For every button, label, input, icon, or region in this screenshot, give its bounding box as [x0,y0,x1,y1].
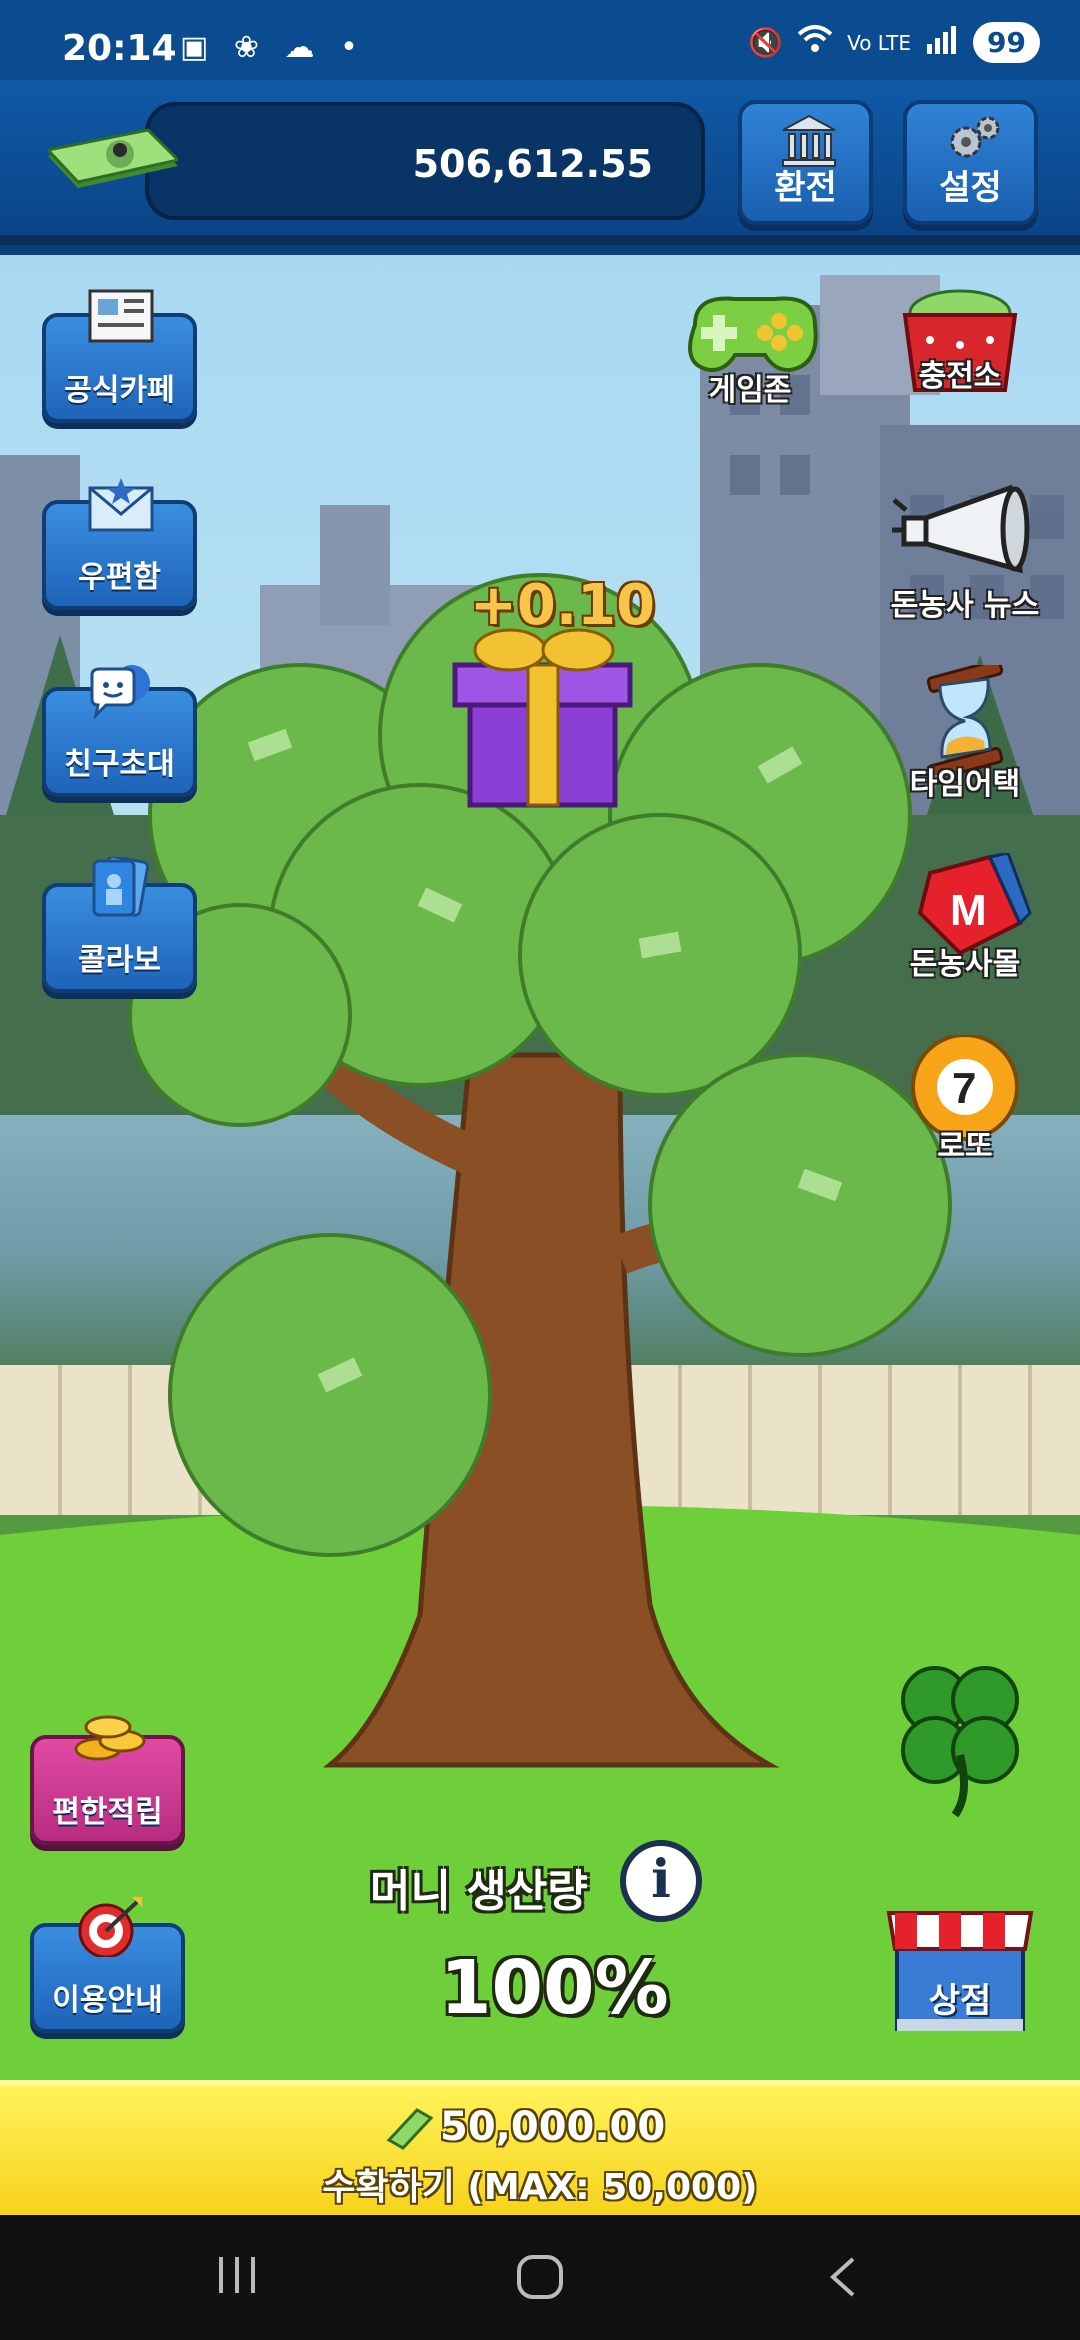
charging-station-button[interactable]: 충전소 [875,285,1045,395]
easy-earn-button[interactable]: 편한적립 [30,1715,185,1845]
money-tree-scene: 공식카페 우편함 친구초대 콜라보 게임존 충전소 돈농사 뉴스 타임어택 M … [0,255,1080,2080]
harvest-button[interactable]: 50,000.00 수확하기 (MAX: 50,000) [0,2080,1080,2215]
coins-icon [74,1715,146,1761]
mailbox-label: 우편함 [78,560,161,595]
news-button[interactable]: 돈농사 뉴스 [880,480,1050,624]
mute-icon: 🔇 [748,26,784,59]
harvest-amount: 50,000.00 [440,2104,666,2150]
svg-text:7: 7 [952,1064,976,1113]
home-icon[interactable] [515,2255,565,2299]
balance-value: 506,612.55 [412,142,653,186]
info-button[interactable]: i [620,1840,702,1922]
invite-friend-button[interactable]: 친구초대 [42,665,197,797]
guide-label: 이용안내 [52,1983,163,2018]
battery-badge: 99 [973,22,1040,63]
official-cafe-label: 공식카페 [64,373,175,408]
exchange-button[interactable]: 환전 [738,100,873,225]
cards-icon [92,857,150,917]
exchange-label: 환전 [774,168,837,208]
mailbox-button[interactable]: 우편함 [42,478,197,610]
recent-apps-icon[interactable] [215,2255,259,2295]
wifi-icon [797,24,833,61]
svg-text:M: M [950,886,987,935]
harvest-label: 수확하기 (MAX: 50,000) [322,2167,758,2208]
guide-button[interactable]: 이용안내 [30,1897,185,2033]
mail-icon [88,478,154,532]
top-header: 506,612.55 환전 설정 [0,80,1080,245]
network-label: Vo LTE [847,30,912,55]
cash-icon [386,2108,434,2150]
money-production-value: 100% [440,1945,669,2031]
signal-icon [925,24,959,61]
money-stack-icon [48,128,178,188]
collab-label: 콜라보 [78,943,161,978]
notification-icons: ▣ ❀ ☁ • [180,30,366,65]
lotto-button[interactable]: 7 로또 [880,1033,1050,1165]
game-zone-button[interactable]: 게임존 [665,285,835,409]
mall-button[interactable]: M 돈농사몰 [880,851,1050,983]
clover-icon[interactable] [895,1655,1025,1825]
shop-label: 상점 [928,1981,992,2021]
back-icon[interactable] [825,2255,859,2299]
gift-box[interactable] [455,635,635,810]
newspaper-icon [88,289,154,343]
news-label: 돈농사 뉴스 [890,588,1040,623]
megaphone-icon [892,484,1030,574]
system-nav-bar [0,2215,1080,2340]
status-right: 🔇 Vo LTE 99 [748,22,1040,63]
status-time: 20:14 [62,28,177,69]
shop-button[interactable]: 상점 [885,1895,1035,2035]
status-bar: 20:14 ▣ ❀ ☁ • 🔇 Vo LTE 99 [0,0,1080,80]
invite-friend-label: 친구초대 [64,747,175,782]
gain-amount: +0.10 [470,573,656,638]
settings-button[interactable]: 설정 [903,100,1038,225]
official-cafe-button[interactable]: 공식카페 [42,289,197,423]
easy-earn-label: 편한적립 [52,1795,163,1830]
collab-button[interactable]: 콜라보 [42,857,197,993]
time-attack-button[interactable]: 타임어택 [880,659,1050,803]
money-production-label: 머니 생산량 [370,1866,588,1917]
settings-label: 설정 [939,168,1002,208]
chat-face-icon [90,665,150,720]
balance-display: 506,612.55 [145,102,705,220]
target-icon [78,1897,142,1957]
